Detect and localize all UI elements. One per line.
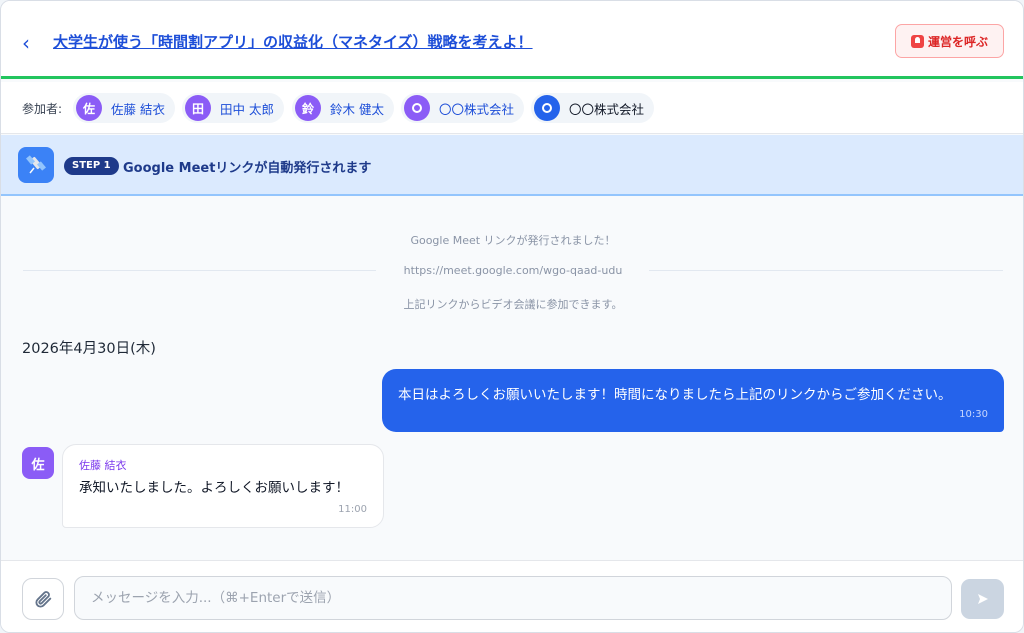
system-message: 上記リンクからビデオ会議に参加できます。 <box>403 298 623 311</box>
avatar: 佐 <box>22 447 54 479</box>
outgoing-message: 本日はよろしくお願いいたします！時間になりましたら上記のリンクからご参加ください… <box>382 369 1004 432</box>
satellite-icon <box>18 147 54 183</box>
incoming-message: 佐藤 結衣 承知いたしました。よろしくお願いします！ 11:00 <box>62 444 384 528</box>
participant-chip[interactable]: 鈴 鈴木 健太 <box>292 93 394 123</box>
composer <box>1 560 1023 632</box>
send-button[interactable] <box>961 579 1004 619</box>
participant-name: 〇〇株式会社 <box>569 101 645 117</box>
message-text: 本日はよろしくお願いいたします！時間になりましたら上記のリンクからご参加ください… <box>398 387 952 403</box>
participant-name: 鈴木 健太 <box>330 101 384 117</box>
system-message: Google Meet リンクが発行されました！ <box>410 234 616 247</box>
step-text: Google Meetリンクが自動発行されます <box>123 161 372 176</box>
participant-name: 田中 太郎 <box>220 101 274 117</box>
participant-name: 〇〇株式会社 <box>439 101 515 117</box>
message-time: 10:30 <box>959 409 988 420</box>
step-banner: STEP 1 Google Meetリンクが自動発行されます <box>1 135 1023 196</box>
step-badge: STEP 1 <box>64 157 119 175</box>
avatar <box>404 95 430 121</box>
participant-chip[interactable]: 〇〇株式会社 <box>531 93 655 123</box>
sender-name: 佐藤 結衣 <box>79 459 127 472</box>
participants-label: 参加者: <box>22 102 63 116</box>
call-staff-button[interactable]: 運営を呼ぶ <box>895 24 1004 58</box>
avatar: 鈴 <box>295 95 321 121</box>
avatar: 佐 <box>76 95 102 121</box>
participants-bar: 参加者: 佐 佐藤 結衣 田 田中 太郎 鈴 鈴木 健太 〇〇株式会社 〇〇株式… <box>1 82 1023 134</box>
meet-link[interactable]: https://meet.google.com/wgo-qaad-udu <box>1 264 1023 277</box>
send-icon <box>977 594 988 604</box>
chevron-left-icon[interactable]: ‹ <box>15 28 37 58</box>
page-title[interactable]: 大学生が使う「時間割アプリ」の収益化（マネタイズ）戦略を考えよ！ <box>53 31 533 52</box>
circle-icon <box>542 103 552 113</box>
message-text: 承知いたしました。よろしくお願いします！ <box>79 480 349 496</box>
participant-name: 佐藤 結衣 <box>111 101 165 117</box>
header: ‹ 大学生が使う「時間割アプリ」の収益化（マネタイズ）戦略を考えよ！ 運営を呼ぶ <box>1 1 1023 79</box>
avatar <box>534 95 560 121</box>
circle-icon <box>412 103 422 113</box>
message-list[interactable]: Google Meet リンクが発行されました！ https://meet.go… <box>1 197 1023 560</box>
chat-window: ‹ 大学生が使う「時間割アプリ」の収益化（マネタイズ）戦略を考えよ！ 運営を呼ぶ… <box>0 0 1024 633</box>
avatar: 田 <box>185 95 211 121</box>
siren-icon <box>910 34 924 48</box>
paperclip-icon <box>35 591 52 608</box>
date-separator: 2026年4月30日(木) <box>22 341 156 357</box>
message-time: 11:00 <box>338 504 367 515</box>
attach-button[interactable] <box>22 578 64 620</box>
participant-chip[interactable]: 佐 佐藤 結衣 <box>73 93 175 123</box>
message-input[interactable] <box>74 576 952 620</box>
participant-chip[interactable]: 〇〇株式会社 <box>401 93 525 123</box>
participant-chip[interactable]: 田 田中 太郎 <box>182 93 284 123</box>
call-staff-label: 運営を呼ぶ <box>927 34 988 49</box>
